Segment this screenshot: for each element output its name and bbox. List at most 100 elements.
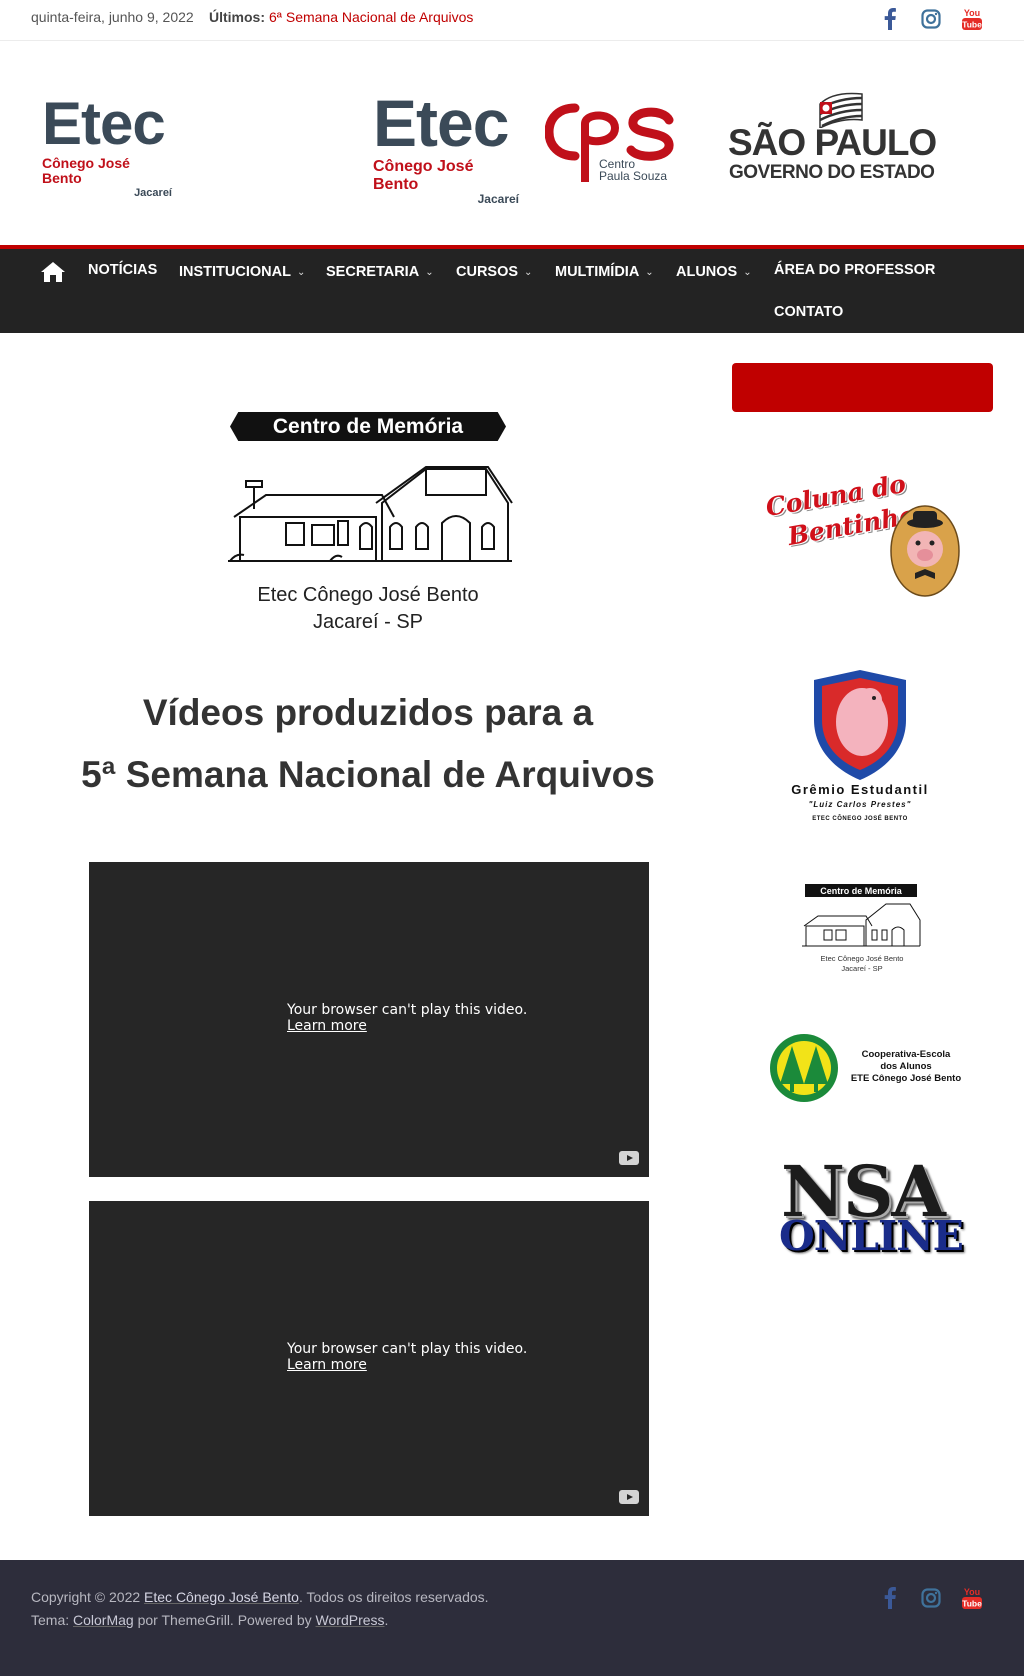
- sp-subtitle: GOVERNO DO ESTADO: [729, 162, 935, 183]
- chevron-down-icon: ⌄: [645, 266, 654, 278]
- memory-center-sidebar-link[interactable]: Centro de Memória Etec Cônego José Bento…: [800, 884, 924, 976]
- footer-period: .: [384, 1612, 389, 1628]
- youtube-icon[interactable]: You Tube: [960, 7, 984, 31]
- nav-label: CONTATO: [774, 304, 844, 320]
- video-error-message: Your browser can't play this video. Lear…: [287, 1341, 527, 1373]
- nav-area-do-professor[interactable]: ÁREA DO PROFESSOR: [774, 262, 935, 278]
- svg-text:Tube: Tube: [962, 20, 982, 30]
- nav-label: ÁREA DO PROFESSOR: [774, 262, 936, 278]
- top-bar: quinta-feira, junho 9, 2022 Últimos: 6ª …: [0, 0, 1024, 41]
- video-player[interactable]: Your browser can't play this video. Lear…: [89, 862, 649, 1177]
- cooperativa-link[interactable]: Cooperativa-Escola dos Alunos ETE Cônego…: [768, 1030, 968, 1105]
- facebook-icon[interactable]: [878, 7, 902, 31]
- coluna-do-bentinho-link[interactable]: Coluna do Bentinho: [764, 469, 965, 598]
- gremio-estudantil-link[interactable]: Grêmio Estudantil "Luiz Carlos Prestes" …: [775, 670, 945, 830]
- theme-by: por ThemeGrill. Powered by: [137, 1612, 312, 1628]
- instagram-icon[interactable]: [919, 7, 943, 31]
- memory-small-banner: Centro de Memória: [805, 884, 917, 897]
- cooperativa-pine-icon: [770, 1034, 838, 1102]
- banner-logo-title: Etec: [373, 86, 509, 160]
- chevron-down-icon: ⌄: [296, 266, 306, 278]
- youtube-icon[interactable]: You Tube: [960, 1586, 984, 1610]
- banner-logo-subtitle: Cônego José Bento: [373, 158, 474, 193]
- gremio-shield-icon: [814, 670, 906, 780]
- gremio-title: Grêmio Estudantil: [791, 782, 929, 797]
- theme-prefix: Tema:: [31, 1612, 70, 1628]
- nav-label: NOTÍCIAS: [88, 262, 158, 278]
- nav-noticias[interactable]: NOTÍCIAS: [88, 262, 157, 278]
- page-heading-line2: 5ª Semana Nacional de Arquivos: [81, 754, 655, 795]
- nav-label: SECRETARIA: [326, 264, 420, 280]
- logo-subtitle: Cônego José Bento: [42, 155, 130, 187]
- video-error-message: Your browser can't play this video. Lear…: [287, 1002, 527, 1034]
- nav-contato[interactable]: CONTATO: [774, 304, 843, 320]
- sp-title: SÃO PAULO: [728, 122, 937, 163]
- page-heading-line1: Vídeos produzidos para a: [142, 692, 594, 733]
- svg-text:You: You: [964, 1587, 980, 1597]
- instagram-icon[interactable]: [919, 1586, 943, 1610]
- coop-line1: Cooperativa-Escola: [861, 1049, 951, 1060]
- video-error-text: Your browser can't play this video.: [287, 1002, 528, 1018]
- coop-line2: dos Alunos: [880, 1061, 932, 1072]
- video-error-text: Your browser can't play this video.: [287, 1341, 528, 1357]
- copyright-suffix: . Todos os direitos reservados.: [298, 1589, 489, 1605]
- cps-line2: Paula Souza: [599, 169, 667, 183]
- learn-more-link[interactable]: Learn more: [287, 1018, 367, 1034]
- wordpress-link[interactable]: WordPress: [316, 1612, 385, 1628]
- latest-news-link[interactable]: 6ª Semana Nacional de Arquivos: [269, 9, 473, 25]
- home-icon[interactable]: [40, 261, 66, 288]
- colormag-link[interactable]: ColorMag: [73, 1612, 134, 1628]
- sidebar-red-banner[interactable]: [732, 363, 993, 412]
- cooperativa-text: Cooperativa-Escola dos Alunos ETE Cônego…: [844, 1049, 968, 1085]
- nav-secretaria[interactable]: SECRETARIA ⌄: [326, 264, 434, 280]
- nav-cursos[interactable]: CURSOS ⌄: [456, 264, 532, 280]
- site-footer: Copyright © 2022 Etec Cônego José Bento.…: [0, 1560, 1024, 1676]
- nav-label: ALUNOS: [676, 264, 738, 280]
- cps-logo: Centro Paula Souza: [544, 94, 675, 184]
- social-links-top: You Tube: [861, 7, 984, 31]
- memory-small-caption-city: Jacareí - SP: [841, 964, 883, 973]
- nsa-online-link[interactable]: NSA ONLINE: [775, 1150, 964, 1265]
- nav-multimidia[interactable]: MULTIMÍDIA ⌄: [555, 264, 654, 280]
- nav-label: CURSOS: [456, 264, 519, 280]
- copyright-line: Copyright © 2022 Etec Cônego José Bento.…: [31, 1589, 489, 1605]
- facebook-icon[interactable]: [878, 1586, 902, 1610]
- logo-title: Etec: [42, 90, 166, 157]
- memory-caption-school: Etec Cônego José Bento: [257, 584, 479, 606]
- svg-text:You: You: [964, 8, 980, 18]
- youtube-logo-icon[interactable]: [619, 1490, 639, 1504]
- youtube-logo-icon[interactable]: [619, 1151, 639, 1165]
- nsa-subtitle: ONLINE: [779, 1212, 964, 1260]
- nav-institucional[interactable]: INSTITUCIONAL ⌄: [179, 264, 305, 280]
- nav-label: MULTIMÍDIA: [555, 264, 640, 280]
- nav-alunos[interactable]: ALUNOS ⌄: [676, 264, 752, 280]
- social-links-footer: You Tube: [861, 1586, 984, 1610]
- logo-city: Jacareí: [134, 186, 172, 199]
- site-header: Etec Cônego José Bento Jacareí Etec Cône…: [0, 42, 1024, 245]
- etec-site-logo[interactable]: Etec Cônego José Bento Jacareí: [42, 94, 172, 199]
- memory-center-banner: Centro de Memória: [230, 412, 506, 441]
- memory-small-caption-school: Etec Cônego José Bento: [820, 954, 904, 963]
- nav-label: INSTITUCIONAL: [179, 264, 291, 280]
- current-date: quinta-feira, junho 9, 2022: [31, 9, 194, 25]
- svg-text:Tube: Tube: [962, 1599, 982, 1609]
- chevron-down-icon: ⌄: [524, 266, 533, 278]
- etec-banner-logo: Etec Cônego José Bento Jacareí: [373, 90, 519, 206]
- banner-logo-city: Jacareí: [477, 192, 519, 207]
- school-building-illustration: [226, 465, 514, 565]
- gremio-subtitle: "Luiz Carlos Prestes": [808, 800, 912, 809]
- memory-caption-city: Jacareí - SP: [312, 611, 424, 633]
- video-player[interactable]: Your browser can't play this video. Lear…: [89, 1201, 649, 1516]
- learn-more-link[interactable]: Learn more: [287, 1357, 367, 1373]
- copyright-prefix: Copyright © 2022: [31, 1589, 141, 1605]
- sao-paulo-logo: SÃO PAULO GOVERNO DO ESTADO: [726, 88, 952, 183]
- coop-line3: ETE Cônego José Bento: [850, 1073, 962, 1084]
- pig-mascot-icon: [890, 505, 960, 597]
- school-building-small-icon: [802, 903, 921, 947]
- gremio-school: ETEC CÔNEGO JOSÉ BENTO: [812, 816, 908, 822]
- footer-site-link[interactable]: Etec Cônego José Bento: [144, 1589, 299, 1605]
- latest-label: Últimos:: [209, 9, 265, 25]
- chevron-down-icon: ⌄: [425, 266, 434, 278]
- theme-credit-line: Tema: ColorMag por ThemeGrill. Powered b…: [31, 1612, 388, 1628]
- main-navigation: NOTÍCIAS INSTITUCIONAL ⌄ SECRETARIA ⌄ CURS…: [0, 245, 1024, 333]
